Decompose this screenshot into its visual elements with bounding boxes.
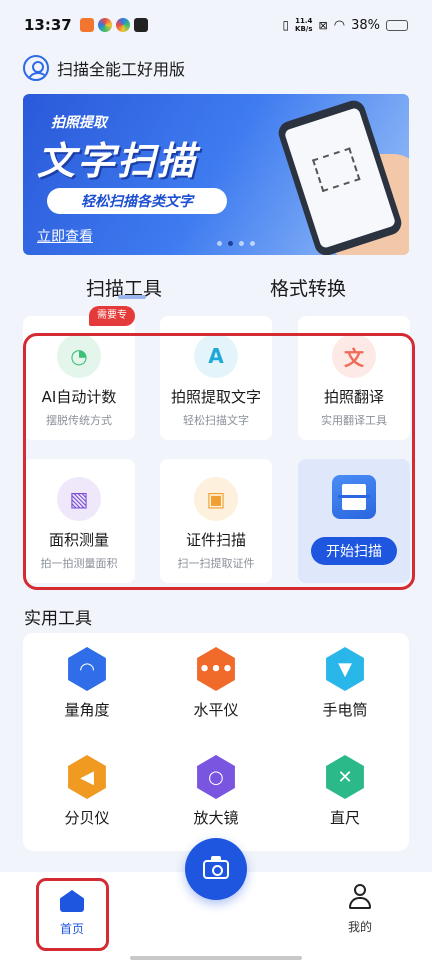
level-icon: ••• [197, 647, 235, 691]
battery-icon [386, 19, 408, 31]
utilities-title: 实用工具 [24, 609, 92, 629]
user-avatar-icon[interactable] [23, 55, 49, 81]
app-notification-icon [133, 18, 148, 32]
banner-view-link[interactable]: 立即查看 [37, 226, 93, 246]
utility-item[interactable]: ○ 放大镜 [152, 741, 280, 841]
document-scan-icon [332, 475, 376, 519]
banner-tag: 拍照提取 [51, 115, 107, 131]
network-speed: 11.4 KB/s [295, 17, 312, 33]
status-indicators: ▯ 11.4 KB/s ⊠ ◠ 38% [282, 17, 408, 33]
tool-card[interactable]: ▧ 面积测量拍一拍测量面积 [23, 459, 135, 583]
app-header: 扫描全能工好用版 [23, 55, 185, 81]
home-icon [60, 890, 84, 912]
battery-percent: 38% [351, 17, 380, 33]
tool-title: 拍照翻译 [323, 388, 384, 406]
utility-item[interactable]: ▼ 手电筒 [281, 633, 409, 733]
ruler-icon: ✕ [326, 755, 364, 799]
utilities-panel: ◠ 量角度 ••• 水平仪 ▼ 手电筒 ◀ 分贝仪 ○ 放大镜 ✕ 直尺 [23, 633, 409, 851]
utility-item[interactable]: ◠ 量角度 [23, 633, 151, 733]
area-measure-icon: ▧ [57, 477, 101, 521]
home-indicator [130, 956, 302, 960]
active-tab-indicator [118, 295, 146, 299]
carousel-dot [217, 241, 222, 246]
utility-label: 分贝仪 [64, 809, 110, 827]
user-icon [348, 884, 372, 910]
tool-card[interactable]: 需要专业 ◔ AI自动计数摆脱传统方式 [23, 306, 135, 440]
carousel-dot [228, 241, 233, 246]
tool-subtitle: 轻松扫描文字 [183, 414, 249, 427]
carousel-dot [250, 241, 255, 246]
speaker-icon: ◀ [68, 755, 106, 799]
tool-title: 面积测量 [48, 531, 109, 549]
flashlight-icon: ▼ [326, 647, 364, 691]
carousel-indicator [217, 241, 255, 246]
utility-label: 水平仪 [193, 701, 239, 719]
sim-off-icon: ⊠ [318, 18, 328, 32]
utility-label: 手电筒 [322, 701, 368, 719]
network-speed-value: 11.4 [295, 17, 313, 25]
notification-icons [79, 18, 148, 32]
scan-frame-icon [311, 147, 361, 193]
nav-me-label: 我的 [347, 920, 372, 934]
tab-format-convert[interactable]: 格式转换 [270, 274, 346, 301]
tool-subtitle: 实用翻译工具 [321, 414, 387, 427]
phone-illustration [275, 97, 405, 255]
magnifier-icon: ○ [197, 755, 235, 799]
utility-label: 放大镜 [193, 809, 239, 827]
app-notification-icon [79, 18, 94, 32]
utility-label: 直尺 [329, 809, 360, 827]
status-bar: 13:37 ▯ 11.4 KB/s ⊠ ◠ 38% [0, 0, 432, 50]
banner-title: 文字扫描 [37, 139, 198, 183]
pie-chart-icon: ◔ [57, 334, 101, 378]
camera-icon [203, 855, 229, 879]
phone-screen [283, 106, 397, 250]
tool-title: AI自动计数 [41, 388, 117, 406]
protractor-icon: ◠ [68, 647, 106, 691]
tool-subtitle: 扫一扫提取证件 [177, 557, 255, 570]
tool-subtitle: 拍一拍测量面积 [40, 557, 118, 570]
promo-banner[interactable]: 拍照提取 文字扫描 轻松扫描各类文字 立即查看 [23, 94, 409, 255]
start-scan-button[interactable]: 开始扫描 [311, 537, 397, 565]
status-time: 13:37 [24, 16, 72, 34]
start-scan-card[interactable]: 开始扫描 [298, 459, 410, 583]
tool-card[interactable]: 文拍照翻译实用翻译工具 [298, 316, 410, 440]
camera-button[interactable] [185, 838, 247, 900]
tool-title: 证件扫描 [185, 531, 246, 549]
utility-label: 量角度 [64, 701, 110, 719]
tool-subtitle: 摆脱传统方式 [46, 414, 112, 427]
vibrate-icon: ▯ [282, 18, 290, 32]
app-title: 扫描全能工好用版 [57, 60, 186, 79]
vip-badge: 需要专业 [89, 306, 135, 341]
nav-home[interactable]: 首页 [42, 888, 102, 948]
utility-item[interactable]: ◀ 分贝仪 [23, 741, 151, 841]
network-speed-unit: KB/s [295, 25, 313, 33]
banner-subtitle: 轻松扫描各类文字 [47, 188, 227, 214]
nav-me[interactable]: 我的 [330, 884, 390, 944]
letter-a-icon: A [194, 334, 238, 378]
tool-card[interactable]: ▣ 证件扫描扫一扫提取证件 [160, 459, 272, 583]
app-notification-icon [97, 18, 112, 32]
tool-card[interactable]: A 拍照提取文字轻松扫描文字 [160, 316, 272, 440]
utility-item[interactable]: ✕ 直尺 [281, 741, 409, 841]
carousel-dot [239, 241, 244, 246]
utility-item[interactable]: ••• 水平仪 [152, 633, 280, 733]
id-card-icon: ▣ [194, 477, 238, 521]
tool-title: 拍照提取文字 [170, 388, 261, 406]
wifi-icon: ◠ [333, 17, 346, 33]
nav-home-label: 首页 [59, 922, 84, 936]
translate-icon: 文 [332, 334, 376, 378]
tool-tabs: 扫描工具 格式转换 [0, 268, 432, 308]
app-notification-icon [115, 18, 130, 32]
